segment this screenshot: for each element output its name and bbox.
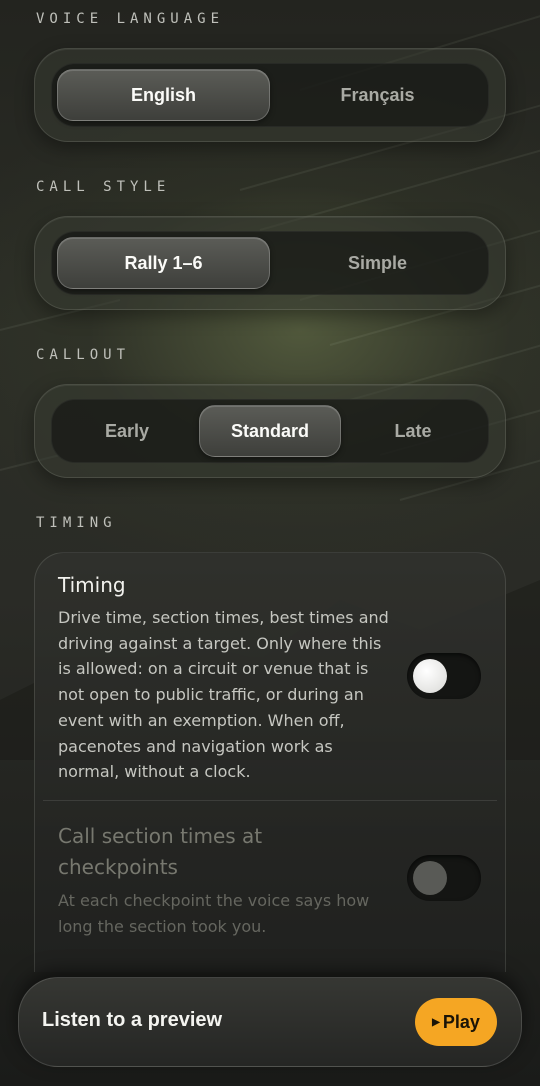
preview-label: Listen to a preview	[42, 1009, 223, 1031]
timing-section-label: TIMING	[36, 515, 117, 531]
voice-language-option-francais[interactable]: Français	[272, 69, 483, 121]
callout-selector: Early Standard Late	[34, 384, 506, 478]
call-style-option-simple[interactable]: Simple	[272, 237, 483, 289]
preview-bar: Listen to a preview ▶ Play	[18, 977, 522, 1067]
section-times-row-title: Call section times at checkpoints	[58, 824, 263, 879]
voice-language-option-english[interactable]: English	[57, 69, 270, 121]
callout-label: CALLOUT	[36, 347, 131, 363]
section-times-toggle-knob	[413, 861, 447, 895]
section-times-toggle[interactable]	[407, 855, 481, 901]
timing-row-description: Drive time, section times, best times an…	[58, 608, 389, 782]
callout-option-standard[interactable]: Standard	[199, 405, 341, 457]
timing-toggle[interactable]	[407, 653, 481, 699]
call-style-label: CALL STYLE	[36, 179, 171, 195]
play-triangle-icon: ▶	[432, 1016, 440, 1028]
timing-toggle-knob	[413, 659, 447, 693]
section-times-row-description: At each checkpoint the voice says how lo…	[58, 891, 370, 936]
timing-row-title: Timing	[58, 573, 126, 597]
callout-option-late[interactable]: Late	[343, 405, 483, 457]
play-button-label: Play	[442, 1011, 480, 1032]
timing-row-divider	[43, 800, 497, 801]
voice-language-label: VOICE LANGUAGE	[36, 11, 225, 27]
call-style-option-rally[interactable]: Rally 1–6	[57, 237, 270, 289]
play-button[interactable]: ▶ Play	[415, 998, 497, 1046]
call-style-selector: Rally 1–6 Simple	[34, 216, 506, 310]
timing-card: Timing Drive time, section times, best t…	[34, 552, 506, 972]
callout-option-early[interactable]: Early	[57, 405, 197, 457]
voice-language-selector: English Français	[34, 48, 506, 142]
